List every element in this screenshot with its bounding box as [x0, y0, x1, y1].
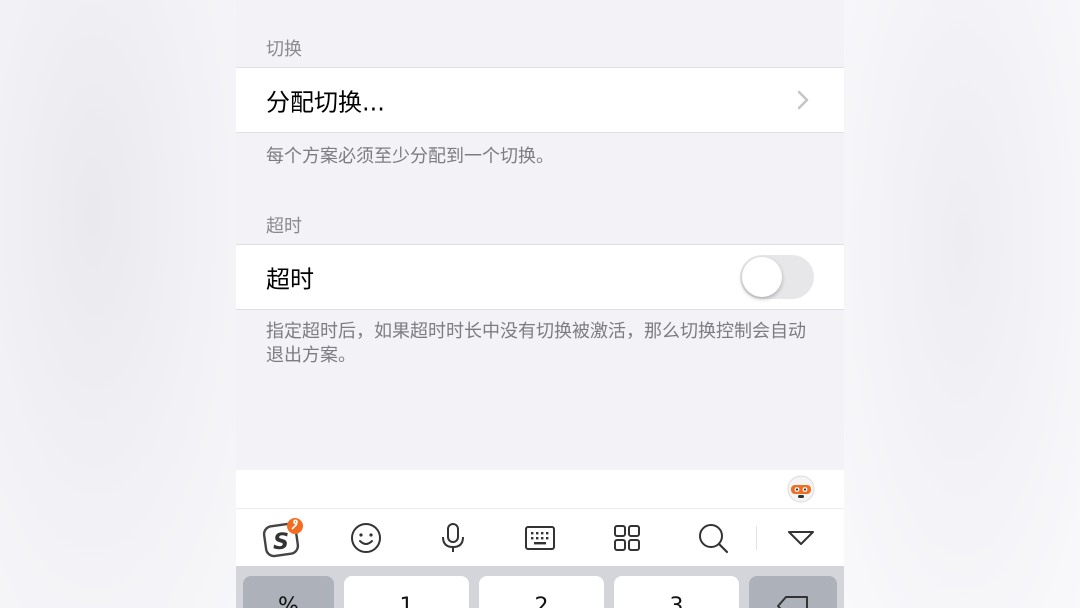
microphone-icon[interactable]	[436, 521, 470, 555]
keyboard-toolbar: S	[236, 508, 844, 567]
assign-switches-cell[interactable]: 分配切换...	[236, 67, 844, 133]
switch-footer-note: 每个方案必须至少分配到一个切换。	[266, 146, 554, 167]
key-1-label: 1	[399, 594, 414, 608]
search-icon[interactable]	[696, 521, 730, 555]
timeout-toggle[interactable]	[740, 255, 814, 299]
sogou-logo-icon[interactable]: S	[262, 517, 304, 559]
section-header-switch: 切换	[266, 39, 302, 60]
settings-screen: 切换 分配切换... 每个方案必须至少分配到一个切换。 超时 超时 指定超时后，…	[236, 0, 844, 608]
key-1[interactable]: 1	[344, 576, 469, 608]
grid-icon[interactable]	[610, 521, 644, 555]
timeout-footer-note: 指定超时后，如果超时时长中没有切换被激活，那么切换控制会自动退出方案。	[266, 321, 806, 366]
toolbar-divider	[756, 526, 757, 550]
key-backspace[interactable]	[749, 576, 837, 608]
key-symbols[interactable]: %	[243, 576, 334, 608]
keyboard-keys-area: % 1 2 3	[236, 566, 844, 608]
key-symbols-label: %	[278, 594, 299, 608]
timeout-cell: 超时	[236, 244, 844, 310]
background-blur-left	[0, 0, 236, 608]
keyboard-icon[interactable]	[523, 521, 557, 555]
section-header-timeout: 超时	[266, 216, 302, 237]
svg-text:S: S	[273, 530, 289, 555]
timeout-label: 超时	[266, 265, 314, 294]
emoji-icon[interactable]	[349, 521, 383, 555]
key-2[interactable]: 2	[479, 576, 604, 608]
mascot-icon[interactable]	[786, 474, 816, 504]
toggle-knob	[742, 257, 782, 297]
key-3-label: 3	[669, 594, 684, 608]
key-3[interactable]: 3	[614, 576, 739, 608]
key-2-label: 2	[534, 594, 549, 608]
collapse-keyboard-icon[interactable]	[784, 521, 818, 555]
chevron-right-icon	[797, 90, 809, 110]
background-blur-right	[844, 0, 1080, 608]
assign-switches-label: 分配切换...	[266, 88, 385, 117]
backspace-icon	[777, 596, 808, 608]
keyboard-candidate-bar	[236, 470, 844, 508]
